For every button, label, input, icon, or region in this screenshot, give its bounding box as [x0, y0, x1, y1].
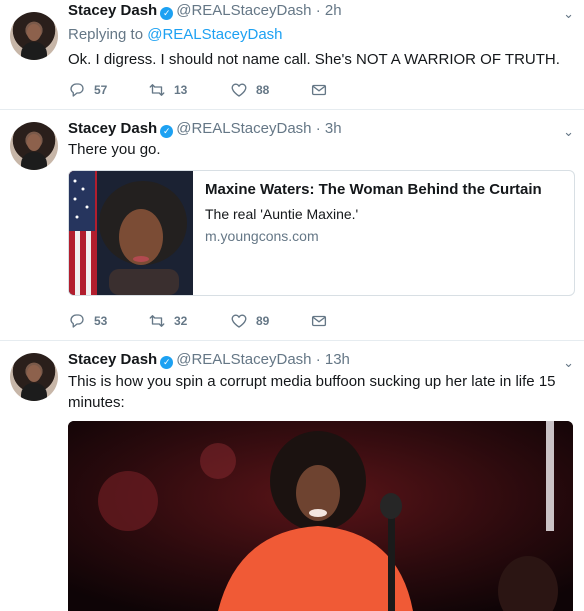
retweet-button[interactable]: 32	[148, 312, 187, 330]
tweet-text: There you go.	[68, 141, 161, 158]
reply-button[interactable]: 53	[68, 312, 107, 330]
tweet-header: Stacey Dash ✓ @REALStaceyDash · 13h	[68, 351, 350, 369]
timestamp[interactable]: 2h	[325, 2, 342, 19]
direct-message-button[interactable]	[310, 81, 328, 99]
author-handle[interactable]: @REALStaceyDash	[176, 120, 311, 137]
replying-to-handle[interactable]: @REALStaceyDash	[147, 26, 282, 43]
avatar[interactable]	[10, 353, 58, 401]
author-name[interactable]: Stacey Dash	[68, 2, 157, 19]
like-button[interactable]: 89	[230, 312, 269, 330]
like-count: 89	[256, 314, 270, 328]
author-handle[interactable]: @REALStaceyDash	[176, 2, 311, 19]
tweet-photo[interactable]	[68, 421, 573, 611]
avatar[interactable]	[10, 122, 58, 170]
chevron-down-icon[interactable]: ⌄	[563, 6, 574, 22]
avatar[interactable]	[10, 12, 58, 60]
author-handle[interactable]: @REALStaceyDash	[176, 351, 311, 368]
envelope-icon	[311, 84, 327, 96]
tweet-text: Ok. I digress. I should not name call. S…	[68, 51, 560, 68]
verified-badge-icon: ✓	[160, 7, 174, 20]
like-count: 88	[256, 83, 270, 97]
separator-dot: ·	[315, 120, 321, 137]
card-title[interactable]: Maxine Waters: The Woman Behind the Curt…	[205, 181, 542, 198]
retweet-count: 13	[174, 83, 188, 97]
reply-count: 53	[94, 314, 108, 328]
timestamp[interactable]: 3h	[325, 120, 342, 137]
tweet-text: This is how you spin a corrupt media buf…	[68, 373, 556, 411]
link-card[interactable]: Maxine Waters: The Woman Behind the Curt…	[68, 170, 575, 296]
verified-badge-icon: ✓	[160, 125, 174, 138]
separator-dot: ·	[315, 2, 321, 19]
heart-icon	[231, 83, 247, 97]
retweet-icon	[149, 315, 165, 327]
reply-icon	[70, 314, 84, 328]
retweet-icon	[149, 84, 165, 96]
heart-icon	[231, 314, 247, 328]
author-name[interactable]: Stacey Dash	[68, 120, 157, 137]
tweet-header: Stacey Dash ✓ @REALStaceyDash · 3h	[68, 120, 342, 138]
replying-to: Replying to @REALStaceyDash	[68, 26, 283, 43]
replying-to-label: Replying to	[68, 26, 144, 43]
author-name[interactable]: Stacey Dash	[68, 351, 157, 368]
reply-button[interactable]: 57	[68, 81, 107, 99]
tweet[interactable]: Stacey Dash ✓ @REALStaceyDash · 2h ⌄ Reply…	[0, 0, 584, 110]
envelope-icon	[311, 315, 327, 327]
chevron-down-icon[interactable]: ⌄	[563, 355, 574, 371]
timestamp[interactable]: 13h	[325, 351, 350, 368]
retweet-button[interactable]: 13	[148, 81, 187, 99]
reply-icon	[70, 83, 84, 97]
reply-count: 57	[94, 83, 108, 97]
verified-badge-icon: ✓	[160, 356, 174, 369]
direct-message-button[interactable]	[310, 312, 328, 330]
like-button[interactable]: 88	[230, 81, 269, 99]
card-image	[69, 171, 193, 295]
card-domain: m.youngcons.com	[205, 228, 319, 244]
tweet-header: Stacey Dash ✓ @REALStaceyDash · 2h	[68, 2, 342, 20]
separator-dot: ·	[315, 351, 321, 368]
tweet[interactable]: Stacey Dash ✓ @REALStaceyDash · 3h ⌄ There…	[0, 110, 584, 341]
tweet[interactable]: Stacey Dash ✓ @REALStaceyDash · 13h ⌄ This…	[0, 341, 584, 611]
chevron-down-icon[interactable]: ⌄	[563, 124, 574, 140]
card-description: The real 'Auntie Maxine.'	[205, 206, 359, 222]
retweet-count: 32	[174, 314, 188, 328]
